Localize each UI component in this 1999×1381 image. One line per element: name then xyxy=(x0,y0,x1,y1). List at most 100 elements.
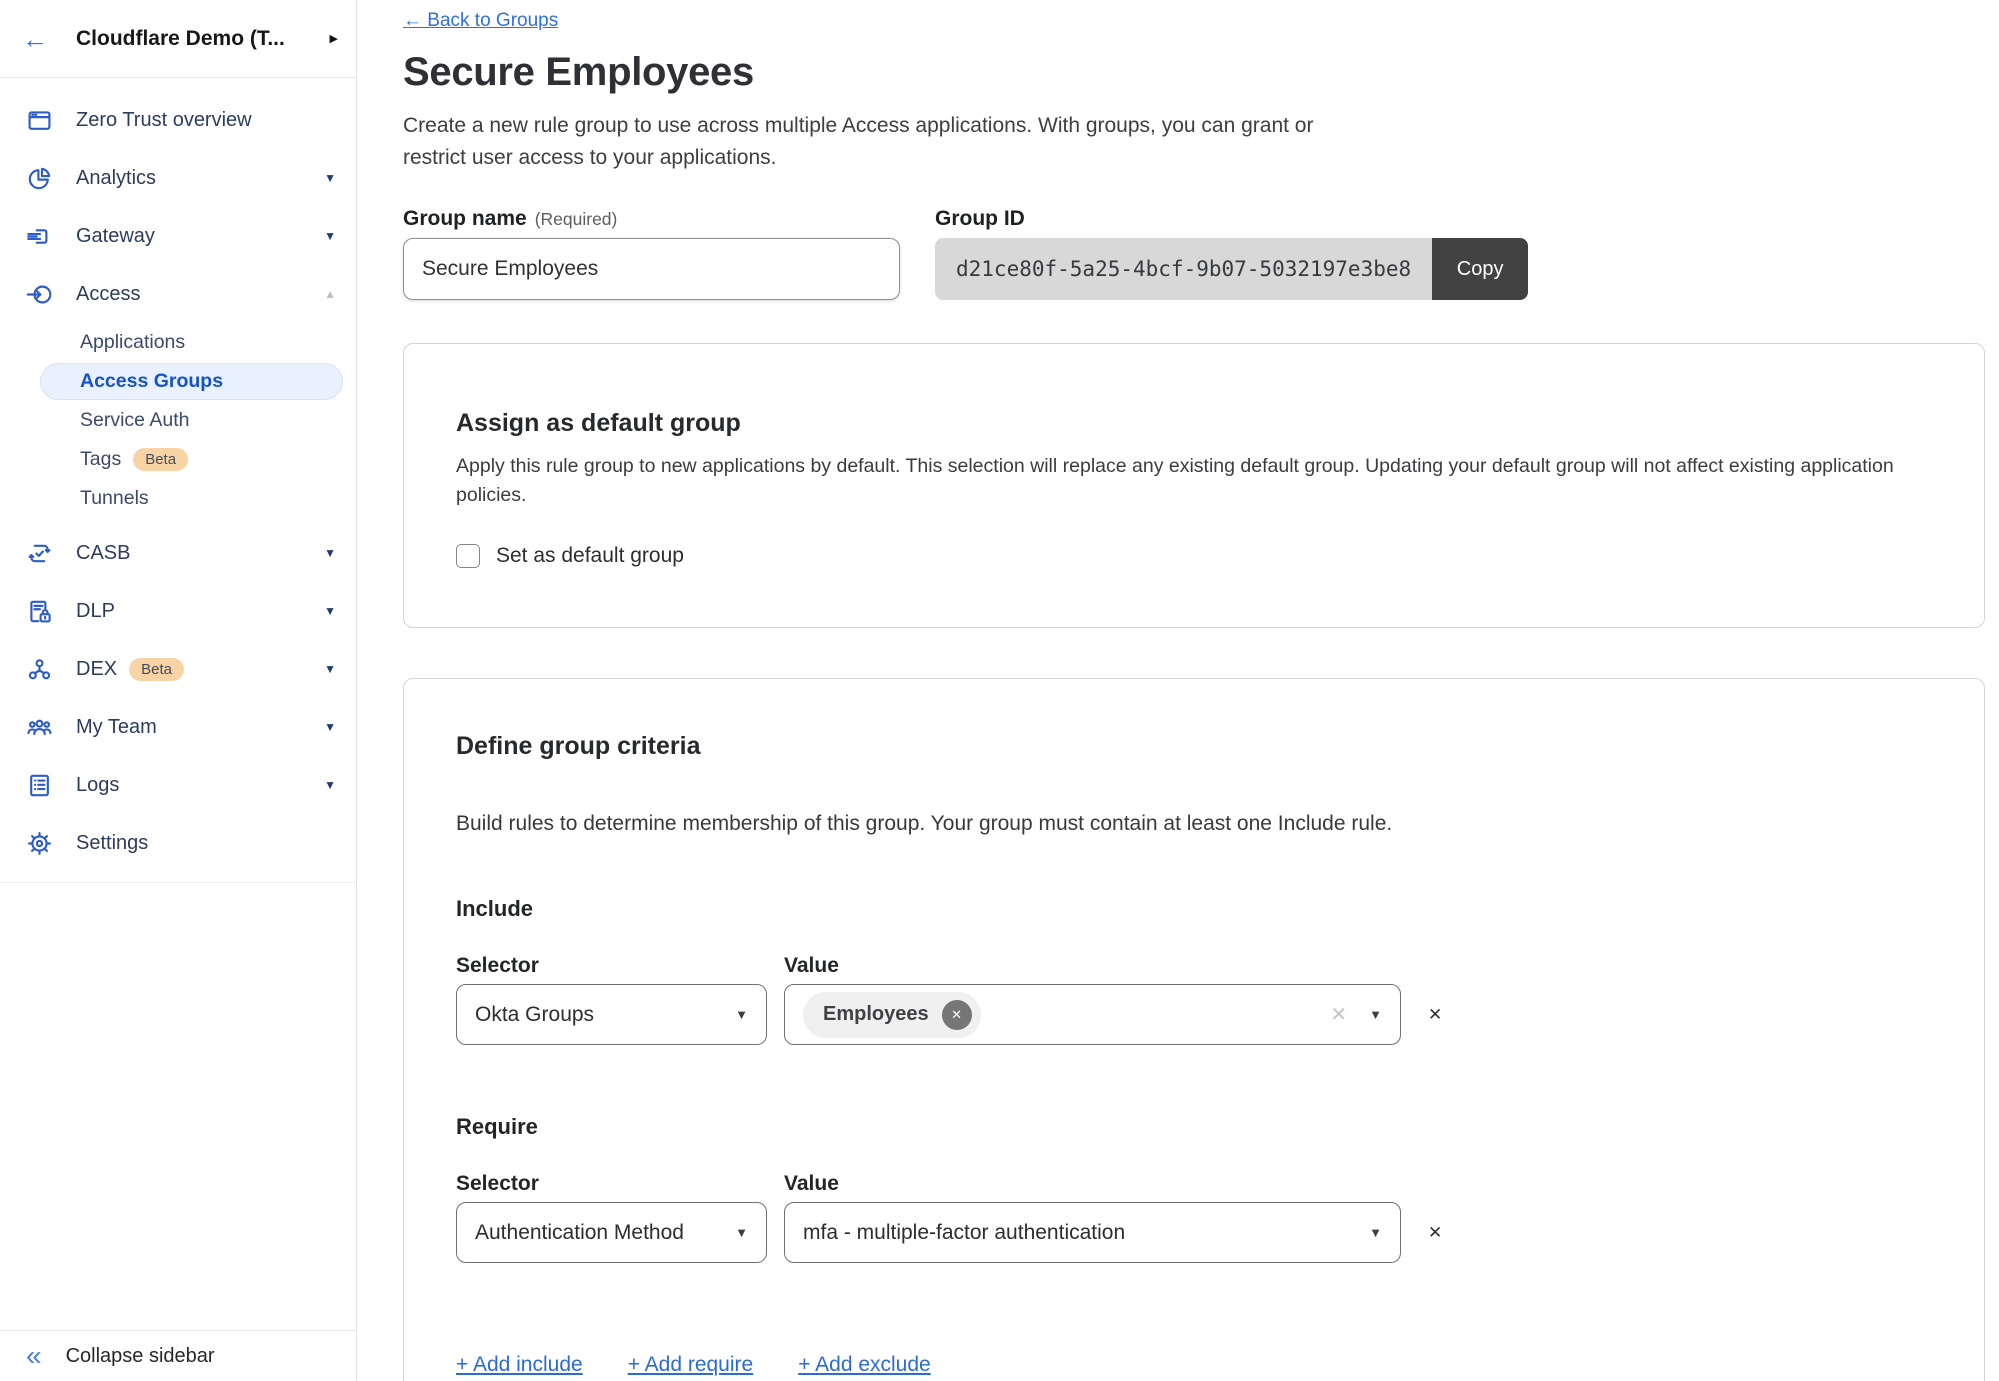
page-description: Create a new rule group to use across mu… xyxy=(403,110,1368,174)
sidebar-item-tunnels[interactable]: Tunnels xyxy=(0,479,356,518)
collapse-sidebar-button[interactable]: « Collapse sidebar xyxy=(0,1330,356,1381)
require-value-dropdown[interactable]: mfa - multiple-factor authentication ▼ xyxy=(784,1202,1401,1263)
sidebar-item-my-team[interactable]: My Team ▼ xyxy=(0,698,356,756)
chevron-right-icon: ▶ xyxy=(330,32,338,45)
sidebar-subitem-label: Applications xyxy=(80,331,185,354)
chevron-down-icon: ▼ xyxy=(324,546,336,560)
sidebar-item-label: DEX xyxy=(76,658,117,681)
remove-include-rule-button[interactable]: ✕ xyxy=(1428,1005,1442,1025)
required-hint: (Required) xyxy=(535,209,618,229)
set-default-group-label: Set as default group xyxy=(496,544,684,568)
chevron-down-icon: ▼ xyxy=(324,720,336,734)
people-icon xyxy=(26,714,53,741)
sidebar-item-settings[interactable]: Settings xyxy=(0,814,356,872)
sidebar-item-label: Zero Trust overview xyxy=(76,109,252,132)
sidebar-item-label: Access xyxy=(76,283,140,306)
group-name-label: Group name(Required) xyxy=(403,206,900,232)
copy-button[interactable]: Copy xyxy=(1432,238,1528,300)
network-nodes-icon xyxy=(26,656,53,683)
back-to-groups-link[interactable]: ← Back to Groups xyxy=(403,10,558,32)
login-arrow-icon xyxy=(26,281,53,308)
default-group-card-description: Apply this rule group to new application… xyxy=(456,452,1932,510)
zero-trust-dashboard: ← Cloudflare Demo (T... ▶ Zero Trust ove… xyxy=(0,0,1999,1381)
sidebar-item-label: Gateway xyxy=(76,225,155,248)
chevron-down-icon: ▼ xyxy=(1369,1225,1382,1240)
window-icon xyxy=(26,107,53,134)
chevron-down-icon: ▼ xyxy=(324,778,336,792)
main-content: ← Back to Groups Secure Employees Create… xyxy=(357,0,1999,1381)
clear-values-icon[interactable]: ✕ xyxy=(1330,1002,1347,1027)
remove-require-rule-button[interactable]: ✕ xyxy=(1428,1223,1442,1243)
sync-check-icon xyxy=(26,540,53,567)
pie-chart-icon xyxy=(26,165,53,192)
gateway-icon xyxy=(26,223,53,250)
sidebar-item-tags[interactable]: Tags Beta xyxy=(0,440,356,479)
include-selector-label: Selector xyxy=(456,953,784,979)
sidebar-subitem-label: Tunnels xyxy=(80,487,149,510)
chevron-down-icon: ▼ xyxy=(324,171,336,185)
require-value-label: Value xyxy=(784,1171,839,1197)
include-rule-row: Okta Groups ▼ Employees ✕ ✕ ▼ ✕ xyxy=(456,984,1932,1045)
chevron-down-icon: ▼ xyxy=(735,1007,748,1022)
chevron-up-icon: ▲ xyxy=(324,287,336,301)
chevron-down-icon: ▼ xyxy=(324,229,336,243)
sidebar-item-label: CASB xyxy=(76,542,130,565)
add-include-link[interactable]: + Add include xyxy=(456,1351,583,1379)
group-id-value: d21ce80f-5a25-4bcf-9b07-5032197e3be8 xyxy=(935,238,1432,300)
criteria-card-title: Define group criteria xyxy=(456,731,1932,761)
sidebar-item-dex[interactable]: DEX Beta ▼ xyxy=(0,640,356,698)
sidebar-item-logs[interactable]: Logs ▼ xyxy=(0,756,356,814)
require-value-text: mfa - multiple-factor authentication xyxy=(803,1221,1125,1245)
chevron-down-icon: ▼ xyxy=(1369,1007,1382,1022)
group-name-input[interactable] xyxy=(403,238,900,300)
beta-badge: Beta xyxy=(133,448,188,471)
document-lock-icon xyxy=(26,598,53,625)
sidebar-item-casb[interactable]: CASB ▼ xyxy=(0,524,356,582)
chevron-down-icon: ▼ xyxy=(324,662,336,676)
sidebar: ← Cloudflare Demo (T... ▶ Zero Trust ove… xyxy=(0,0,357,1381)
require-selector-dropdown[interactable]: Authentication Method ▼ xyxy=(456,1202,767,1263)
include-value-label: Value xyxy=(784,953,839,979)
sidebar-item-access-groups[interactable]: Access Groups xyxy=(0,362,356,401)
add-require-link[interactable]: + Add require xyxy=(628,1351,754,1379)
sidebar-item-applications[interactable]: Applications xyxy=(0,323,356,362)
require-selector-label: Selector xyxy=(456,1171,784,1197)
sidebar-item-label: Settings xyxy=(76,832,148,855)
sidebar-nav: Zero Trust overview Analytics ▼ Gateway xyxy=(0,78,356,883)
group-name-id-row: Group name(Required) Group ID d21ce80f-5… xyxy=(403,206,1985,300)
sidebar-item-label: My Team xyxy=(76,716,157,739)
chevron-down-icon: ▼ xyxy=(324,604,336,618)
double-chevron-left-icon: « xyxy=(26,1342,42,1370)
sidebar-item-access[interactable]: Access ▲ xyxy=(0,265,356,323)
sidebar-item-label: Logs xyxy=(76,774,119,797)
beta-badge: Beta xyxy=(129,658,184,681)
sidebar-divider xyxy=(0,882,356,883)
page-title: Secure Employees xyxy=(403,48,1985,96)
require-heading: Require xyxy=(456,1113,1932,1141)
include-value-multiselect[interactable]: Employees ✕ ✕ ▼ xyxy=(784,984,1401,1045)
sidebar-item-gateway[interactable]: Gateway ▼ xyxy=(0,207,356,265)
collapse-sidebar-label: Collapse sidebar xyxy=(66,1345,215,1368)
set-default-group-checkbox[interactable] xyxy=(456,544,480,568)
sidebar-item-dlp[interactable]: DLP ▼ xyxy=(0,582,356,640)
include-selector-value: Okta Groups xyxy=(475,1003,594,1027)
sidebar-subitem-label: Access Groups xyxy=(80,370,223,393)
add-exclude-link[interactable]: + Add exclude xyxy=(798,1351,931,1379)
sidebar-item-label: DLP xyxy=(76,600,115,623)
gear-icon xyxy=(26,830,53,857)
list-page-icon xyxy=(26,772,53,799)
require-selector-value: Authentication Method xyxy=(475,1221,684,1245)
sidebar-item-service-auth[interactable]: Service Auth xyxy=(0,401,356,440)
include-heading: Include xyxy=(456,895,1932,923)
value-tag: Employees ✕ xyxy=(803,992,981,1038)
criteria-card-description: Build rules to determine membership of t… xyxy=(456,811,1932,837)
back-arrow-icon[interactable]: ← xyxy=(22,26,48,52)
default-group-card-title: Assign as default group xyxy=(456,408,1932,438)
remove-tag-icon[interactable]: ✕ xyxy=(942,1000,972,1030)
criteria-card: Define group criteria Build rules to det… xyxy=(403,678,1985,1381)
account-switcher[interactable]: ← Cloudflare Demo (T... ▶ xyxy=(0,0,356,78)
include-selector-dropdown[interactable]: Okta Groups ▼ xyxy=(456,984,767,1045)
rule-actions: + Add include + Add require + Add exclud… xyxy=(456,1351,1932,1379)
sidebar-item-zero-trust-overview[interactable]: Zero Trust overview xyxy=(0,91,356,149)
sidebar-item-analytics[interactable]: Analytics ▼ xyxy=(0,149,356,207)
